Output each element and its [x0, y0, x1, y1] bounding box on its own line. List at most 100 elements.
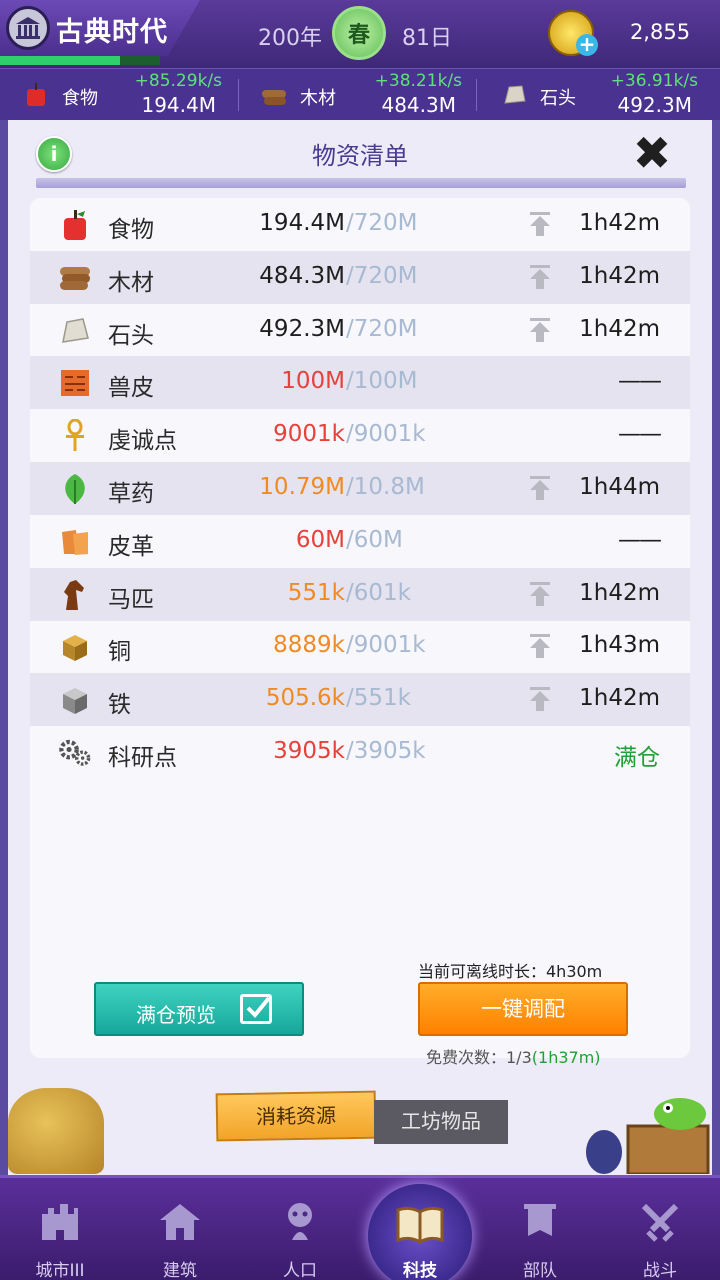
book-icon: [394, 1202, 444, 1246]
fill-time: ——: [618, 526, 662, 553]
resource-row[interactable]: 马匹 551k/601k 1h42m: [30, 567, 690, 621]
tab-consume-resources[interactable]: 消耗资源: [215, 1090, 377, 1142]
divider: [476, 79, 477, 111]
era-progress-bar: [0, 56, 160, 65]
resource-capacity: /3905k: [346, 738, 426, 764]
free-uses-count: 免费次数：1/3: [426, 1048, 532, 1067]
resource-rate: +38.21k/s: [374, 71, 462, 91]
resource-current: 3905k: [273, 738, 345, 764]
upgrade-arrow-icon[interactable]: [528, 580, 552, 608]
nav-label: 部队: [523, 1261, 557, 1280]
resource-stone[interactable]: 石头 +36.91k/s 492.3M: [478, 69, 718, 121]
fill-time: 1h42m: [579, 210, 660, 236]
apple-icon: [27, 83, 45, 106]
resource-row[interactable]: 皮革 60M/60M ——: [30, 515, 690, 568]
resource-amount: 484.3M: [381, 93, 456, 117]
full-preview-button[interactable]: 满仓预览: [94, 982, 304, 1036]
resource-list: 食物 194.4M/720M 1h42m 木材 484.3M/720M 1h42m 石头 49…: [30, 198, 690, 1058]
resource-name: 草药: [108, 481, 154, 507]
leather-icon: [58, 525, 92, 559]
resource-current: 60M: [295, 526, 345, 553]
era-temple-icon[interactable]: [6, 6, 50, 50]
checkbox-icon[interactable]: [240, 994, 272, 1024]
resource-capacity: /100M: [346, 368, 418, 395]
gold-amount: 2,855: [629, 20, 691, 44]
person-icon: [278, 1200, 322, 1244]
fill-time: ——: [618, 368, 662, 395]
treasure-sacks-decoration: [8, 1088, 104, 1174]
resource-food[interactable]: 食物 +85.29k/s 194.4M: [0, 69, 236, 121]
upgrade-arrow-icon[interactable]: [528, 210, 552, 238]
upgrade-arrow-icon[interactable]: [528, 263, 552, 291]
gears-icon: [58, 736, 92, 770]
nav-item[interactable]: 人口: [240, 1178, 360, 1280]
resource-name: 石头: [108, 322, 154, 349]
resource-capacity: /601k: [346, 579, 411, 606]
stone-icon: [504, 85, 526, 104]
resource-name: 马匹: [108, 586, 154, 613]
wood-icon: [58, 261, 92, 295]
title-divider: [36, 178, 686, 188]
resource-row[interactable]: 科研点 3905k/3905k 满仓: [30, 726, 690, 779]
nav-label: 人口: [283, 1261, 317, 1280]
divider: [238, 79, 239, 111]
nav-item[interactable]: 城市III: [0, 1178, 120, 1280]
offline-duration-label: 当前可离线时长：4h30m: [418, 962, 603, 981]
resource-capacity: /720M: [346, 315, 418, 342]
resource-panel: i 物资清单 ✖ 食物 194.4M/720M 1h42m 木材 484.3M/720M…: [0, 120, 720, 1175]
nav-item[interactable]: 部队: [480, 1178, 600, 1280]
full-preview-label: 满仓预览: [136, 1003, 216, 1027]
fill-time: 1h42m: [579, 262, 660, 289]
frog-crate-decoration: [586, 1098, 710, 1174]
banner-icon: [518, 1200, 562, 1244]
nav-item[interactable]: 科技: [360, 1178, 480, 1280]
fill-time: 1h42m: [579, 579, 660, 606]
upgrade-arrow-icon[interactable]: [528, 632, 552, 660]
resource-current: 10.79M: [259, 474, 345, 500]
horse-icon: [58, 578, 92, 612]
auto-allocate-button[interactable]: 一键调配: [418, 982, 628, 1036]
resource-row[interactable]: 草药 10.79M/10.8M 1h44m: [30, 462, 690, 515]
fill-time: 1h43m: [579, 632, 660, 659]
era-title: 古典时代: [56, 17, 168, 48]
fill-time: 1h44m: [579, 474, 660, 500]
resource-row[interactable]: 铜 8889k/9001k 1h43m: [30, 620, 690, 673]
resource-current: 9001k: [273, 421, 345, 448]
resource-capacity: /10.8M: [346, 474, 425, 500]
upgrade-arrow-icon[interactable]: [528, 474, 552, 502]
date-day: 81日: [402, 26, 452, 51]
resource-name: 铁: [108, 692, 131, 719]
resource-row[interactable]: 石头 492.3M/720M 1h42m: [30, 304, 690, 357]
resource-name: 兽皮: [108, 375, 154, 402]
nav-item[interactable]: 战斗: [600, 1178, 720, 1280]
resource-row[interactable]: 兽皮 100M/100M ——: [30, 356, 690, 410]
resource-row[interactable]: 铁 505.6k/551k 1h42m: [30, 673, 690, 727]
add-gold-icon[interactable]: +: [576, 34, 598, 56]
date-year: 200年: [258, 26, 322, 51]
house-icon: [158, 1200, 202, 1244]
hide-icon: [58, 366, 92, 400]
close-button[interactable]: ✖: [628, 130, 676, 178]
fill-time: 满仓: [614, 745, 660, 771]
resource-row[interactable]: 食物 194.4M/720M 1h42m: [30, 198, 690, 251]
castle-icon: [38, 1200, 82, 1244]
resource-capacity: /9001k: [346, 632, 426, 659]
resource-capacity: /720M: [346, 210, 418, 236]
nav-item[interactable]: 建筑: [120, 1178, 240, 1280]
upgrade-arrow-icon[interactable]: [528, 316, 552, 344]
upgrade-arrow-icon[interactable]: [528, 685, 552, 713]
tab-workshop-items[interactable]: 工坊物品: [374, 1100, 508, 1144]
season-badge[interactable]: 春: [332, 6, 386, 60]
era-progress-fill: [0, 56, 120, 65]
resource-capacity: /9001k: [346, 421, 426, 448]
resource-name: 木材: [108, 269, 154, 296]
herb-icon: [58, 472, 92, 506]
resource-name: 食物: [62, 88, 98, 109]
resource-amount: 492.3M: [617, 93, 692, 117]
resource-name: 科研点: [108, 745, 177, 771]
resource-row[interactable]: 木材 484.3M/720M 1h42m: [30, 250, 690, 304]
apple-icon: [58, 208, 92, 242]
panel-title: 物资清单: [312, 142, 408, 170]
resource-row[interactable]: 虔诚点 9001k/9001k ——: [30, 409, 690, 462]
resource-wood[interactable]: 木材 +38.21k/s 484.3M: [240, 69, 476, 121]
